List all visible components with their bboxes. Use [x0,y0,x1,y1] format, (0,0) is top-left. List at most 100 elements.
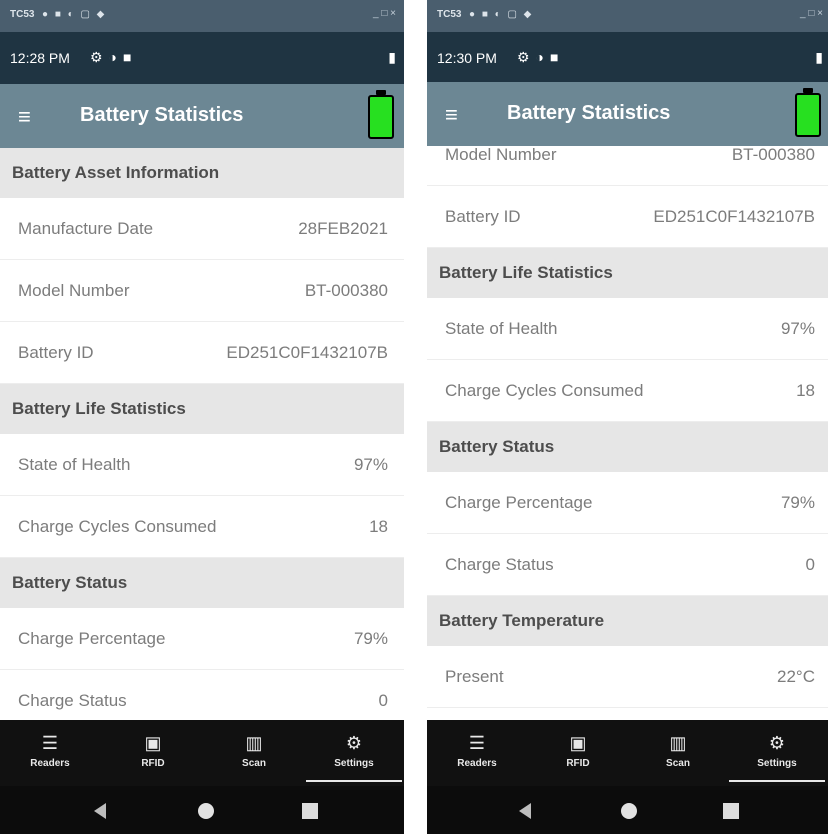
row-value: 97% [780,318,815,338]
nav-label: Readers [30,758,70,769]
notification-icons: ● ■ ◐ ▢ ◆ [42,9,107,20]
back-icon[interactable] [519,803,531,819]
row-label: Model Number [18,280,130,300]
rfid-icon: ▣ [144,733,162,753]
window-label: TC53 [437,9,462,20]
window-controls[interactable]: _ □ × [800,8,823,19]
status-battery-icon: ▮ [815,49,823,65]
back-icon[interactable] [94,803,106,819]
row-battery-id: Battery ID ED251C0F1432107B [427,186,828,248]
system-navigation-bar [427,786,828,834]
app-bar: ≡ Battery Statistics [427,82,828,146]
battery-stats-list[interactable]: Battery Asset Information Manufacture Da… [0,148,404,720]
row-charge-percentage: Charge Percentage 79% [427,472,828,534]
row-value: 79% [780,492,815,512]
barcode-scan-icon: ▥ [669,733,687,753]
recent-apps-icon[interactable] [302,803,318,819]
battery-stats-inner: Model Number BT-000380 Battery ID ED251C… [427,146,828,708]
hamburger-menu-icon[interactable]: ≡ [18,104,31,130]
section-header-life-stats: Battery Life Statistics [0,384,404,434]
row-value: ED251C0F1432107B [653,206,815,226]
nav-rfid[interactable]: ▣ RFID [103,720,203,786]
status-time: 12:28 PM [10,50,70,66]
nav-label: Settings [757,758,797,769]
nav-readers[interactable]: ☰ Readers [0,720,100,786]
row-label: State of Health [445,318,558,338]
nav-label: Scan [242,758,266,769]
row-label: State of Health [18,454,131,474]
active-tab-indicator [729,780,825,782]
nav-label: RFID [141,758,165,769]
nav-label: RFID [566,758,590,769]
row-manufacture-date: Manufacture Date 28FEB2021 [0,198,404,260]
status-icons: ⚙◑■ [517,49,565,65]
nav-label: Scan [666,758,690,769]
nav-label: Settings [334,758,374,769]
nav-readers[interactable]: ☰ Readers [427,720,527,786]
row-value: BT-000380 [304,280,388,300]
row-value: 18 [369,516,388,536]
row-label: Charge Cycles Consumed [18,516,217,536]
row-value: BT-000380 [731,146,815,164]
bottom-navigation: ☰ Readers ▣ RFID ▥ Scan ⚙ Settings [427,720,828,786]
recent-apps-icon[interactable] [723,803,739,819]
row-label: Charge Cycles Consumed [445,380,644,400]
row-value: 97% [353,454,388,474]
home-icon[interactable] [198,803,214,819]
row-value: 18 [796,380,815,400]
row-label: Charge Status [445,554,554,574]
window-title-bar: TC53 ● ■ ◐ ▢ ◆ _ □ × [427,0,828,32]
nav-scan[interactable]: ▥ Scan [628,720,728,786]
hamburger-menu-icon[interactable]: ≡ [445,102,458,128]
status-icons: ⚙◑■ [90,49,138,65]
status-time: 12:30 PM [437,50,497,66]
home-icon[interactable] [621,803,637,819]
system-navigation-bar [0,786,404,834]
row-charge-status: Charge Status 0 [0,670,404,720]
section-header-battery-status: Battery Status [0,558,404,608]
nav-settings[interactable]: ⚙ Settings [727,720,827,786]
row-charge-cycles: Charge Cycles Consumed 18 [427,360,828,422]
row-label: Model Number [445,146,557,164]
section-header-asset-info: Battery Asset Information [0,148,404,198]
row-label: Charge Percentage [18,628,166,648]
row-label: Present [445,666,504,686]
row-label: Battery ID [18,342,94,362]
row-battery-id: Battery ID ED251C0F1432107B [0,322,404,384]
readers-icon: ☰ [41,733,59,753]
row-value: 79% [353,628,388,648]
window-label: TC53 [10,9,35,20]
barcode-scan-icon: ▥ [245,733,263,753]
nav-settings[interactable]: ⚙ Settings [304,720,404,786]
row-label: Battery ID [445,206,521,226]
notification-icons: ● ■ ◐ ▢ ◆ [469,9,534,20]
page-title: Battery Statistics [80,104,244,126]
readers-icon: ☰ [468,733,486,753]
settings-gear-icon: ⚙ [768,733,786,753]
nav-rfid[interactable]: ▣ RFID [528,720,628,786]
row-label: Charge Percentage [445,492,593,512]
rfid-icon: ▣ [569,733,587,753]
row-label: Charge Status [18,690,127,710]
app-bar: ≡ Battery Statistics [0,84,404,148]
nav-scan[interactable]: ▥ Scan [204,720,304,786]
status-bar: 12:28 PM ⚙◑■ ▮ [0,32,404,84]
phone-screen-right: TC53 ● ■ ◐ ▢ ◆ _ □ × 12:30 PM ⚙◑■ ▮ ≡ Ba… [427,0,828,834]
settings-gear-icon: ⚙ [345,733,363,753]
battery-stats-list[interactable]: Model Number BT-000380 Battery ID ED251C… [427,146,828,720]
window-title-bar: TC53 ● ■ ◐ ▢ ◆ _ □ × [0,0,404,32]
row-value: 0 [378,690,388,710]
section-header-battery-temperature: Battery Temperature [427,596,828,646]
window-controls[interactable]: _ □ × [373,8,396,19]
row-value: ED251C0F1432107B [226,342,388,362]
nav-label: Readers [457,758,497,769]
row-charge-status: Charge Status 0 [427,534,828,596]
row-present-temperature: Present 22°C [427,646,828,708]
row-value: 0 [805,554,815,574]
row-charge-percentage: Charge Percentage 79% [0,608,404,670]
row-value: 28FEB2021 [298,218,388,238]
status-bar: 12:30 PM ⚙◑■ ▮ [427,32,828,84]
row-charge-cycles: Charge Cycles Consumed 18 [0,496,404,558]
phone-screen-left: TC53 ● ■ ◐ ▢ ◆ _ □ × 12:28 PM ⚙◑■ ▮ ≡ Ba… [0,0,404,834]
row-state-of-health: State of Health 97% [427,298,828,360]
